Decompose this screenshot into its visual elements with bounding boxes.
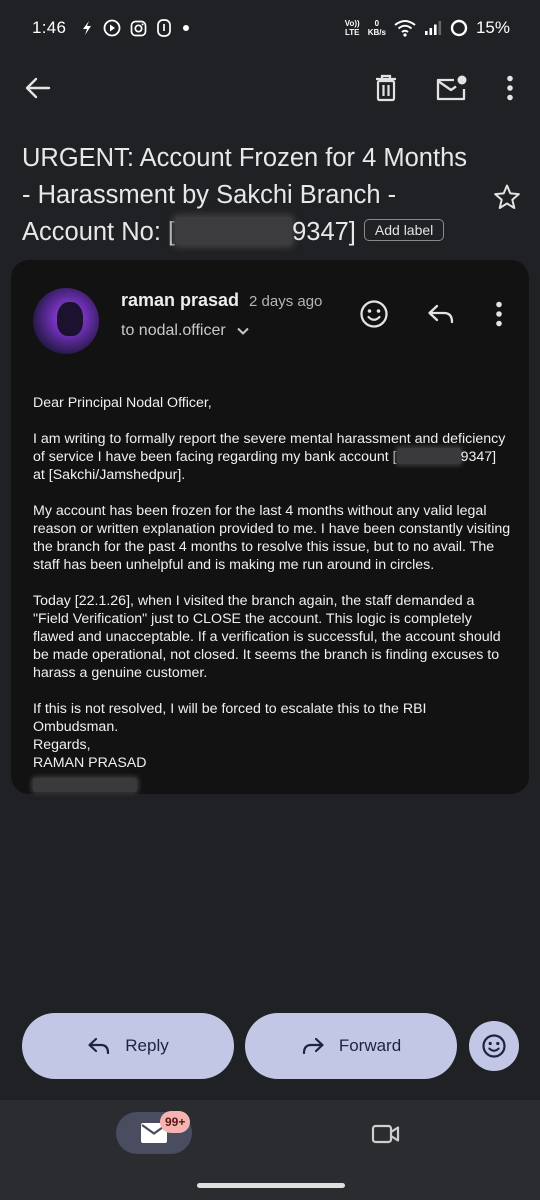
reply-icon xyxy=(88,1037,110,1055)
wifi-icon xyxy=(394,20,416,37)
forward-label: Forward xyxy=(338,1036,402,1055)
recipient-details-toggle[interactable]: to nodal.officer xyxy=(121,322,250,340)
react-emoji-bottom-button[interactable] xyxy=(469,1021,519,1071)
redacted-account-number xyxy=(175,217,293,245)
delete-button[interactable] xyxy=(366,68,406,108)
nav-meet[interactable] xyxy=(366,1116,406,1152)
signal-icon xyxy=(424,21,442,35)
battery-icon xyxy=(450,19,468,37)
paragraph-4: If this is not resolved, I will be force… xyxy=(33,701,427,735)
sent-time: 2 days ago xyxy=(249,293,323,310)
subject-account-suffix: 9347] xyxy=(292,218,356,246)
message-body: Dear Principal Nodal Officer, I am writi… xyxy=(33,394,511,792)
bottom-navigation: 99+ xyxy=(0,1100,540,1200)
system-icons: Vo)) LTE 0 KB/s 15% xyxy=(345,18,510,38)
home-indicator[interactable] xyxy=(197,1183,345,1188)
email-subject: URGENT: Account Frozen for 4 Months - Ha… xyxy=(22,140,482,251)
redacted-signature-line xyxy=(33,778,137,792)
forward-button[interactable]: Forward xyxy=(245,1013,457,1079)
reply-icon-button[interactable] xyxy=(423,296,459,332)
sender-name[interactable]: raman prasad xyxy=(121,290,239,311)
subject-line-3: Account No: [ 9347] Add label xyxy=(22,214,482,251)
status-bar: 1:46 Vo)) LTE 0 KB/s 15% xyxy=(0,0,540,56)
instagram-icon xyxy=(130,20,147,36)
notification-icons xyxy=(80,19,191,37)
subject-line-1: URGENT: Account Frozen for 4 Months xyxy=(22,144,468,172)
network-speed: 0 KB/s xyxy=(367,19,386,37)
battery-percent: 15% xyxy=(475,18,510,37)
add-reaction-icon xyxy=(360,300,388,328)
reply-icon xyxy=(428,304,454,324)
emoji-icon xyxy=(482,1034,506,1058)
recipient-text: to nodal.officer xyxy=(121,322,226,339)
paragraph-3: Today [22.1.26], when I visited the bran… xyxy=(33,593,501,681)
play-circle-icon xyxy=(103,19,121,37)
chevron-down-icon xyxy=(236,327,249,335)
star-icon xyxy=(494,184,520,209)
reply-label: Reply xyxy=(125,1036,169,1055)
unread-count-badge: 99+ xyxy=(160,1111,191,1133)
back-button[interactable] xyxy=(18,68,58,108)
subject-line-2: - Harassment by Sakchi Branch - xyxy=(22,181,397,209)
redacted-account-number xyxy=(396,448,461,464)
back-arrow-icon xyxy=(25,77,51,99)
more-notifications-dot-icon xyxy=(183,25,190,31)
star-button[interactable] xyxy=(488,178,526,216)
avatar[interactable] xyxy=(33,288,99,354)
app-notification-icon xyxy=(157,19,172,37)
top-app-bar xyxy=(0,62,540,114)
mark-unread-button[interactable] xyxy=(432,68,472,108)
forward-icon xyxy=(302,1037,324,1055)
volte-indicator: Vo)) LTE xyxy=(344,19,360,37)
react-emoji-button[interactable] xyxy=(356,296,392,332)
delete-icon xyxy=(376,74,396,102)
paragraph-2: My account has been frozen for the last … xyxy=(33,503,511,573)
signature: RAMAN PRASAD xyxy=(33,755,147,771)
more-vert-icon xyxy=(496,301,502,327)
paragraph-1: I am writing to formally report the seve… xyxy=(33,431,506,483)
video-camera-icon xyxy=(371,1124,400,1144)
more-options-button[interactable] xyxy=(490,68,530,108)
greeting: Dear Principal Nodal Officer, xyxy=(33,395,212,411)
subject-account-prefix: Account No: [ xyxy=(22,218,176,246)
message-card: raman prasad 2 days ago to nodal.officer… xyxy=(11,260,529,794)
regards: Regards, xyxy=(33,737,91,753)
mark-unread-icon xyxy=(436,75,467,101)
status-time: 1:46 xyxy=(32,18,67,37)
more-vert-icon xyxy=(507,75,513,101)
add-label-button[interactable]: Add label xyxy=(363,219,445,241)
reply-button[interactable]: Reply xyxy=(22,1013,234,1079)
flash-icon xyxy=(83,21,92,35)
message-more-options-button[interactable] xyxy=(481,296,517,332)
